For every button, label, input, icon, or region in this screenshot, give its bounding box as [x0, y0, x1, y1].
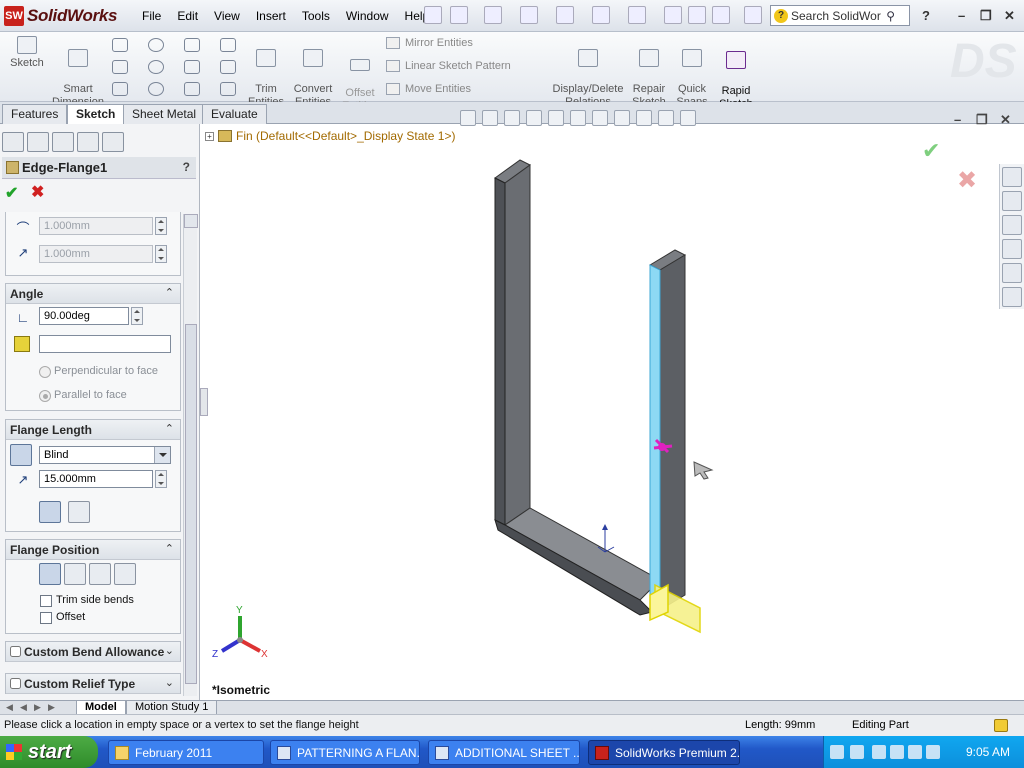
word-document-icon — [435, 745, 449, 760]
taskbar-button-label: February 2011 — [135, 745, 213, 760]
taskbar-button-label: ADDITIONAL SHEET ... — [455, 745, 580, 760]
status-bar: Please click a location in empty space o… — [0, 714, 1024, 736]
system-tray: 9:05 AM — [823, 736, 1024, 768]
prev-tab-icon[interactable]: ◀ — [20, 702, 27, 713]
clock: 9:05 AM — [965, 745, 1010, 759]
reference-triad — [220, 616, 261, 653]
volume-tray-icon[interactable] — [850, 745, 864, 759]
taskbar-word-button-2[interactable]: ADDITIONAL SHEET ... — [428, 740, 580, 765]
taskbar-word-button-1[interactable]: PATTERNING A FLAN... — [270, 740, 420, 765]
solidworks-icon — [595, 745, 609, 760]
help-tray-icon[interactable] — [830, 745, 844, 759]
display-tray-icon[interactable] — [908, 745, 922, 759]
triad-y-label: Y — [236, 605, 243, 616]
network-tray-icon[interactable] — [872, 745, 886, 759]
bottom-tabs: ◀ ◀ ▶ ▶ Model Motion Study 1 — [0, 700, 1024, 715]
taskbar-button-label: SolidWorks Premium 2... — [615, 745, 740, 760]
quick-tips-icon[interactable] — [994, 719, 1008, 732]
start-button[interactable]: start — [0, 736, 98, 768]
windows-flag-icon — [6, 744, 22, 760]
taskbar-solidworks-button[interactable]: SolidWorks Premium 2... — [588, 740, 740, 765]
view-name: *Isometric — [212, 683, 271, 697]
connection-tray-icon[interactable] — [926, 745, 940, 759]
word-document-icon — [277, 745, 291, 760]
mouse-cursor-icon — [693, 461, 714, 480]
sheet-metal-part[interactable] — [494, 159, 687, 616]
next-tab-icon[interactable]: ▶ — [34, 702, 41, 713]
triad-z-label: Z — [212, 649, 219, 660]
selected-edge-highlight — [649, 264, 661, 613]
tab-model[interactable]: Model — [76, 701, 126, 715]
tab-motion-study[interactable]: Motion Study 1 — [126, 701, 218, 715]
status-length: Length: 99mm — [745, 719, 816, 731]
status-mode: Editing Part — [852, 719, 909, 731]
model-view[interactable] — [0, 0, 1024, 768]
taskbar-button-label: PATTERNING A FLAN... — [297, 745, 420, 760]
first-tab-icon[interactable]: ◀ — [6, 702, 13, 713]
security-tray-icon[interactable] — [890, 745, 904, 759]
last-tab-icon[interactable]: ▶ — [48, 702, 55, 713]
triad-x-label: X — [261, 649, 268, 660]
taskbar-folder-button[interactable]: February 2011 — [108, 740, 264, 765]
status-message: Please click a location in empty space o… — [4, 719, 359, 731]
start-label: start — [28, 740, 72, 763]
folder-icon — [115, 745, 129, 760]
